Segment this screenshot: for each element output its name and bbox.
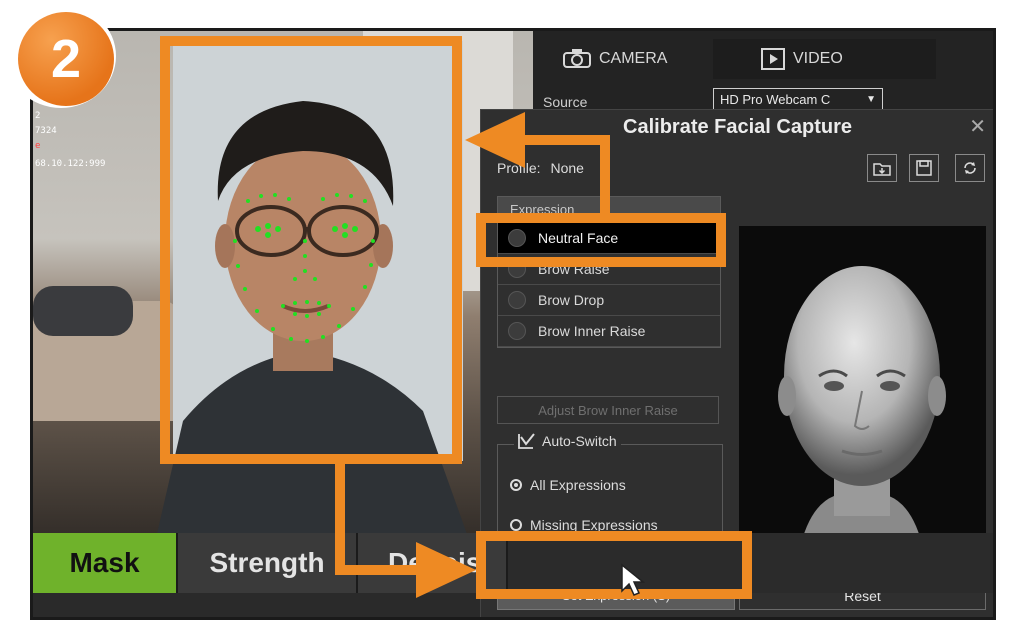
expression-status-icon xyxy=(508,322,526,340)
refresh-icon xyxy=(964,162,976,174)
play-icon xyxy=(761,48,785,70)
tab-camera[interactable]: CAMERA xyxy=(563,39,723,79)
profile-label: Profile: xyxy=(497,160,541,176)
annotation-neutral-box xyxy=(476,213,726,267)
expression-label: Brow Inner Raise xyxy=(538,323,646,339)
tab-video-label: VIDEO xyxy=(793,50,843,67)
radio-unselected-icon xyxy=(510,519,522,531)
source-select[interactable]: HD Pro Webcam C ▼ xyxy=(713,88,883,110)
radio-selected-icon xyxy=(510,479,522,491)
source-select-value: HD Pro Webcam C xyxy=(720,92,831,107)
expression-label: Brow Drop xyxy=(538,292,605,308)
head-model-image xyxy=(778,266,946,552)
strength-button[interactable]: Strength xyxy=(178,533,358,593)
adjust-expression-button[interactable]: Adjust Brow Inner Raise xyxy=(497,396,719,424)
radio-label: All Expressions xyxy=(530,477,626,493)
expression-item[interactable]: Brow Inner Raise xyxy=(498,316,720,347)
dialog-title: Calibrate Facial Capture xyxy=(623,116,852,138)
profile-value[interactable]: None xyxy=(550,160,583,176)
auto-switch-label: Auto-Switch xyxy=(542,433,617,449)
expression-status-icon xyxy=(508,291,526,309)
save-profile-button[interactable] xyxy=(909,154,939,182)
source-label: Source xyxy=(543,94,588,110)
close-icon[interactable]: ✕ xyxy=(969,114,986,139)
expression-item[interactable]: Brow Drop xyxy=(498,285,720,316)
tab-camera-label: CAMERA xyxy=(599,50,668,67)
save-icon xyxy=(916,160,932,176)
reset-profile-button[interactable] xyxy=(955,154,985,182)
radio-all-expressions[interactable]: All Expressions xyxy=(510,477,626,493)
chevron-down-icon: ▼ xyxy=(866,94,876,105)
step-badge: 2 xyxy=(6,4,116,108)
load-icon xyxy=(873,163,891,176)
profile: Profile: None xyxy=(497,160,584,176)
mask-button[interactable]: Mask xyxy=(33,533,178,593)
checkbox-checked-icon xyxy=(518,433,535,449)
mouse-cursor-icon xyxy=(621,563,646,596)
head-preview xyxy=(739,226,986,552)
capture-source-panel: CAMERA VIDEO Source HD Pro Webcam C ▼ xyxy=(533,31,993,121)
auto-switch-checkbox[interactable]: Auto-Switch xyxy=(514,433,621,449)
annotation-set-box xyxy=(476,531,752,599)
tab-video[interactable]: VIDEO xyxy=(713,39,936,79)
annotation-face-box xyxy=(160,36,462,464)
step-number: 2 xyxy=(18,12,114,106)
load-profile-button[interactable] xyxy=(867,154,897,182)
camera-icon xyxy=(563,49,591,68)
